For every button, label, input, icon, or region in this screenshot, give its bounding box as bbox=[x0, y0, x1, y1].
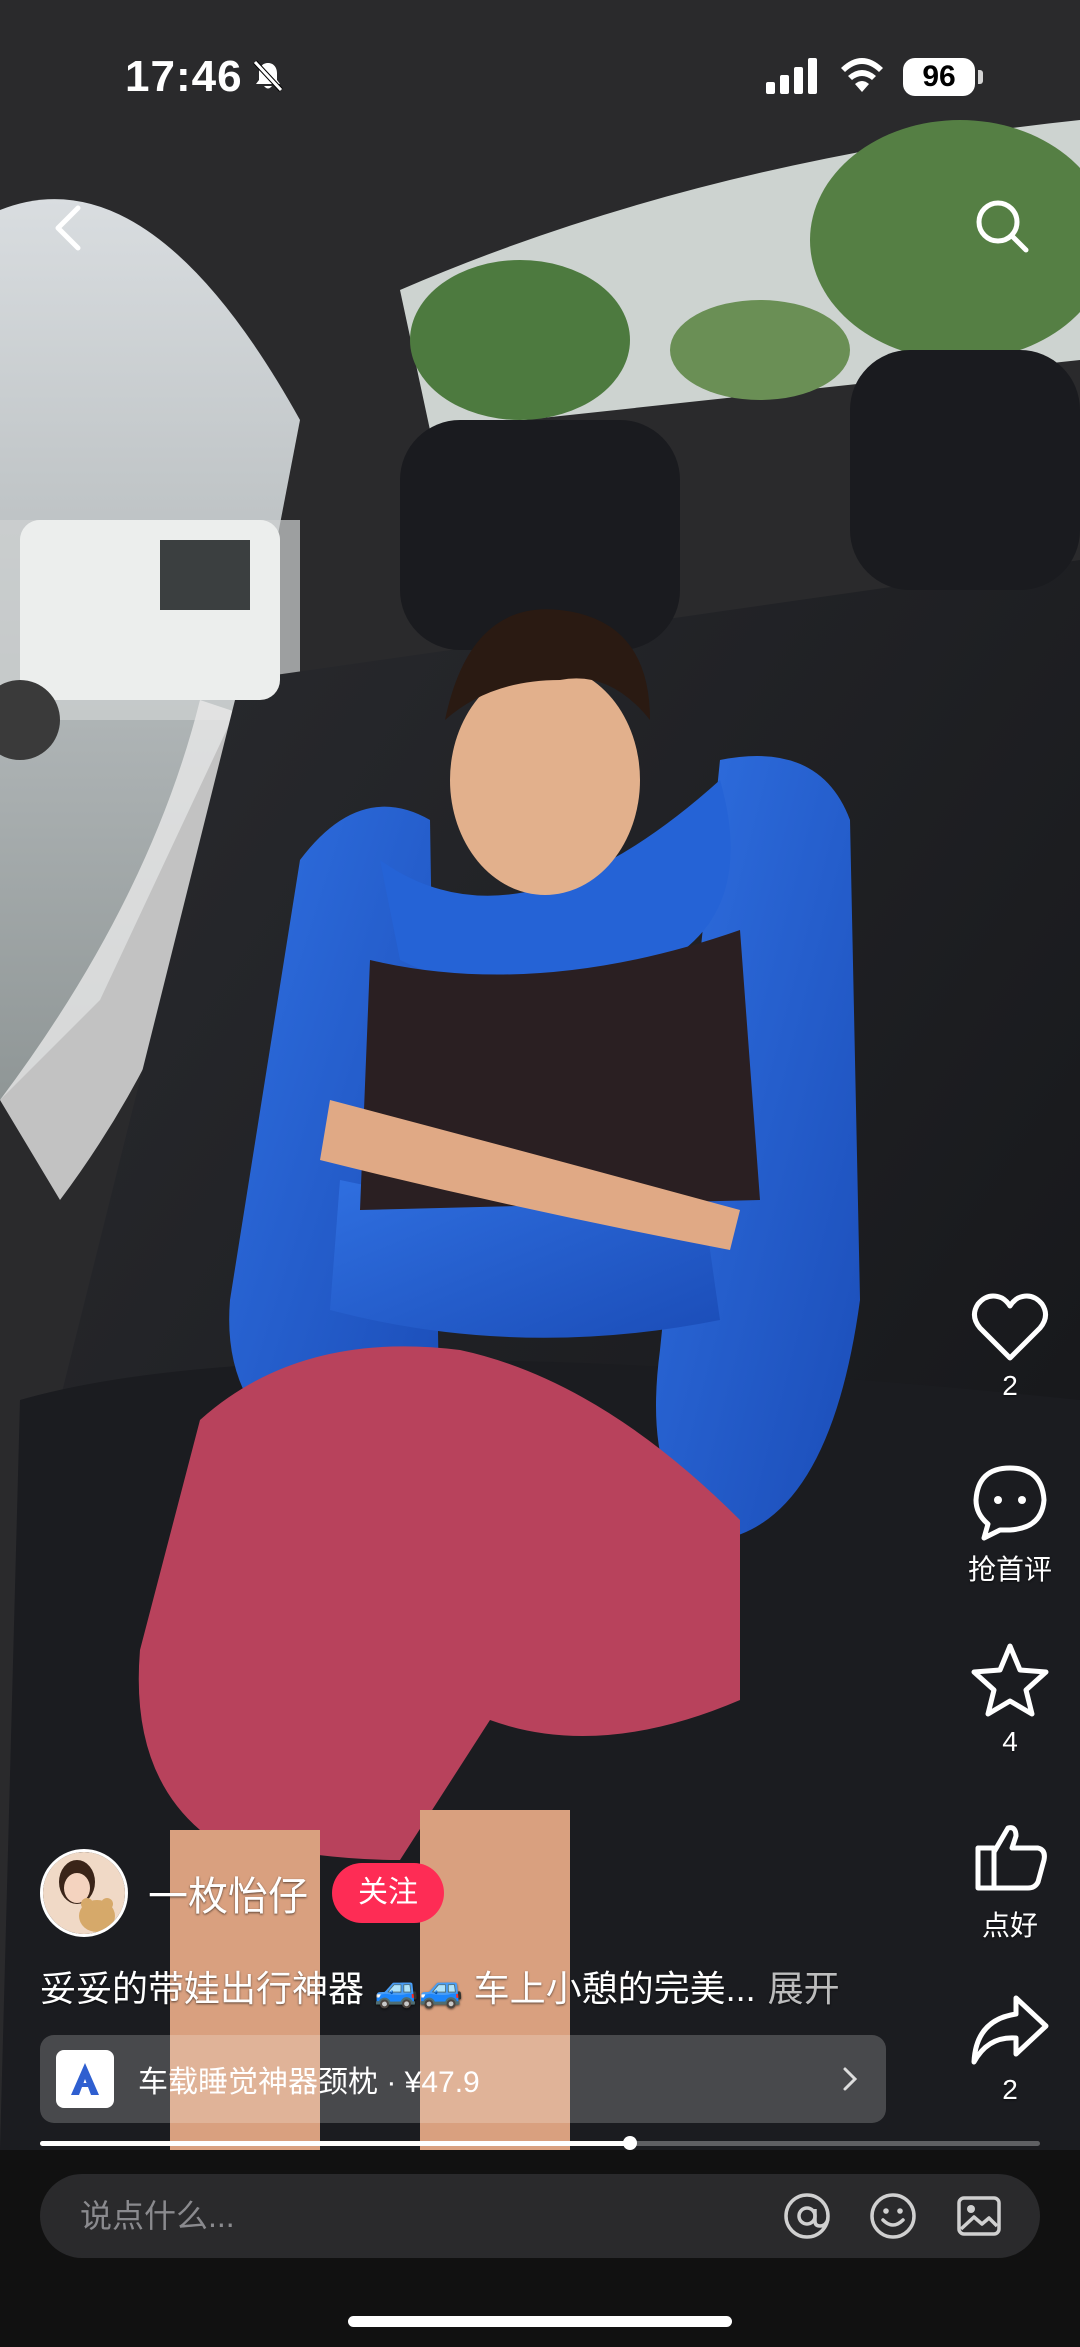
like-action[interactable]: 2 bbox=[960, 1290, 1060, 1402]
like-count: 2 bbox=[1002, 1370, 1018, 1401]
status-time: 17:46 bbox=[125, 52, 243, 101]
product-card[interactable]: 车载睡觉神器颈枕 · ¥47.9 bbox=[40, 2035, 886, 2123]
image-icon[interactable] bbox=[954, 2191, 1004, 2241]
signal-icon bbox=[766, 58, 817, 94]
video-player[interactable]: 17:46 96 2 抢首评 4 点好 2 一枚怡仔 关注 妥妥的带娃出行神器 … bbox=[0, 0, 1080, 2150]
good-action[interactable]: 点好 bbox=[960, 1818, 1060, 1944]
share-count: 2 bbox=[1002, 2074, 1018, 2105]
heart-icon bbox=[972, 1293, 1048, 1361]
search-icon[interactable] bbox=[972, 196, 1032, 256]
back-icon[interactable] bbox=[42, 198, 92, 258]
expand-caption-link[interactable]: 展开 bbox=[768, 1968, 840, 2009]
follow-button[interactable]: 关注 bbox=[332, 1863, 444, 1923]
comment-placeholder: 说点什么... bbox=[80, 2198, 235, 2234]
home-indicator[interactable] bbox=[348, 2316, 732, 2327]
avatar[interactable] bbox=[40, 1849, 128, 1937]
video-progress-bar[interactable] bbox=[40, 2136, 1040, 2150]
share-action[interactable]: 2 bbox=[960, 1992, 1060, 2106]
author-row: 一枚怡仔 关注 bbox=[40, 1848, 444, 1938]
chevron-right-icon bbox=[843, 2067, 858, 2091]
battery-cap bbox=[978, 70, 983, 84]
author-name[interactable]: 一枚怡仔 bbox=[148, 1864, 308, 1922]
favorite-count: 4 bbox=[1002, 1726, 1018, 1757]
video-caption[interactable]: 妥妥的带娃出行神器 🚙🚙 车上小憩的完美... 展开 bbox=[40, 1960, 840, 2012]
emoji-icon[interactable] bbox=[868, 2191, 918, 2241]
comment-action[interactable]: 抢首评 bbox=[960, 1462, 1060, 1588]
thumbs-up-icon bbox=[975, 1825, 1047, 1891]
comment-icon bbox=[973, 1465, 1047, 1541]
product-title: 车载睡觉神器颈枕 · ¥47.9 bbox=[138, 2066, 480, 2099]
good-label: 点好 bbox=[981, 1910, 1038, 1941]
bottom-bar: 说点什么... bbox=[0, 2150, 1080, 2347]
video-frame bbox=[0, 0, 1080, 2150]
share-icon bbox=[971, 1995, 1049, 2065]
battery-indicator: 96 bbox=[903, 58, 975, 96]
caption-text: 妥妥的带娃出行神器 🚙🚙 车上小憩的完美... bbox=[40, 1968, 756, 2009]
status-bar: 17:46 96 bbox=[0, 0, 1080, 150]
progress-fill bbox=[40, 2141, 630, 2146]
mute-bell-icon bbox=[253, 60, 283, 92]
progress-handle[interactable] bbox=[623, 2136, 637, 2150]
wifi-icon bbox=[841, 58, 883, 92]
comment-input[interactable]: 说点什么... bbox=[40, 2174, 1040, 2258]
mention-icon[interactable] bbox=[782, 2191, 832, 2241]
comment-label: 抢首评 bbox=[967, 1554, 1052, 1585]
product-thumbnail bbox=[56, 2050, 114, 2108]
star-icon bbox=[971, 1643, 1049, 1717]
favorite-action[interactable]: 4 bbox=[960, 1640, 1060, 1758]
product-logo-icon bbox=[71, 2063, 99, 2095]
